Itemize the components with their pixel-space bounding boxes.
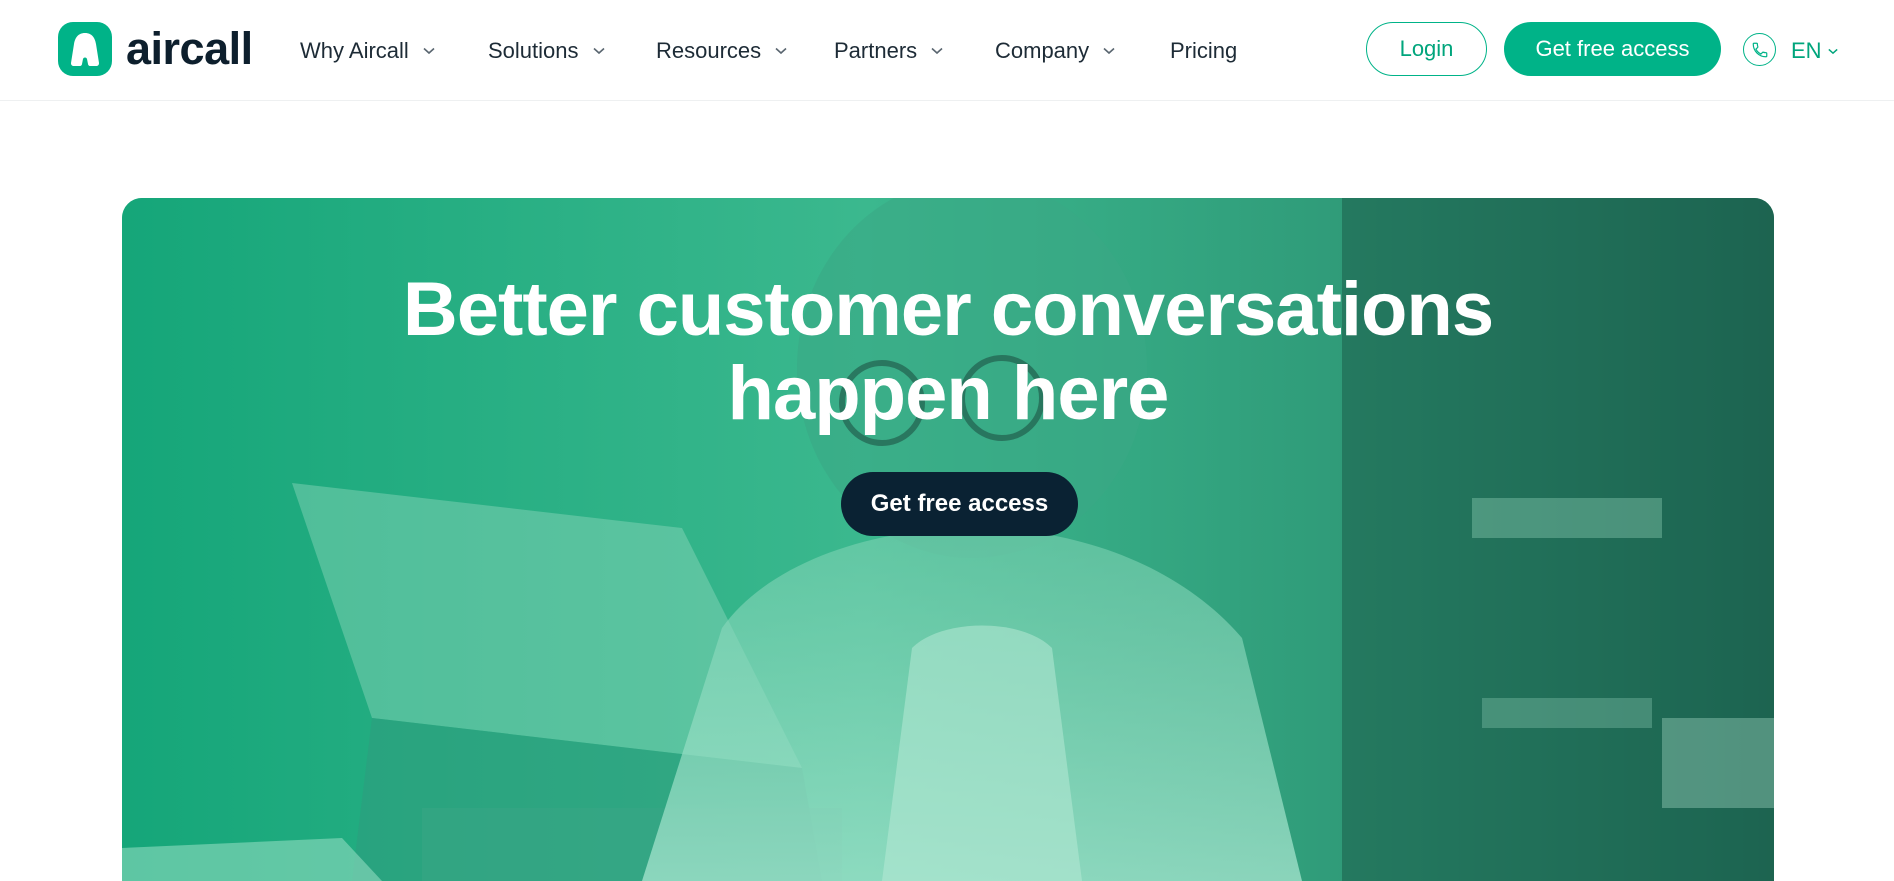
get-free-access-button[interactable]: Get free access <box>1504 22 1721 76</box>
nav-item-label: Solutions <box>488 38 579 63</box>
nav-item-resources[interactable]: Resources <box>656 36 787 66</box>
chevron-down-icon <box>1103 47 1115 55</box>
nav-item-label: Partners <box>834 38 918 63</box>
language-selector[interactable]: EN <box>1791 36 1838 66</box>
login-button[interactable]: Login <box>1366 22 1487 76</box>
nav-item-label: Resources <box>656 38 762 63</box>
nav-item-label: Company <box>995 38 1090 63</box>
chevron-down-icon <box>775 47 787 55</box>
site-header: aircall Why Aircall Solutions Resources … <box>0 0 1894 101</box>
hero-section: Better customer conversations happen her… <box>122 198 1774 881</box>
hero-title: Better customer conversations happen her… <box>122 268 1774 436</box>
chevron-down-icon <box>592 47 605 55</box>
phone-icon[interactable] <box>1743 33 1776 66</box>
hero-get-free-access-button[interactable]: Get free access <box>841 472 1078 536</box>
chevron-down-icon <box>423 47 435 55</box>
nav-item-partners[interactable]: Partners <box>834 36 943 66</box>
chevron-down-icon <box>931 47 943 55</box>
hero-title-line-2: happen here <box>727 351 1170 436</box>
aircall-logo[interactable]: aircall <box>58 21 253 76</box>
nav-item-why-aircall[interactable]: Why Aircall <box>300 36 435 66</box>
nav-item-label: Why Aircall <box>300 38 409 63</box>
nav-item-solutions[interactable]: Solutions <box>488 36 605 66</box>
aircall-logo-icon <box>58 21 112 76</box>
hero-title-line-1: Better customer conversations <box>402 267 1494 352</box>
logo-wordmark: aircall <box>126 23 253 74</box>
nav-item-company[interactable]: Company <box>995 36 1115 66</box>
language-label: EN <box>1791 38 1822 63</box>
nav-item-label: Pricing <box>1170 38 1238 63</box>
chevron-down-icon <box>1827 48 1838 54</box>
nav-item-pricing[interactable]: Pricing <box>1170 36 1237 66</box>
